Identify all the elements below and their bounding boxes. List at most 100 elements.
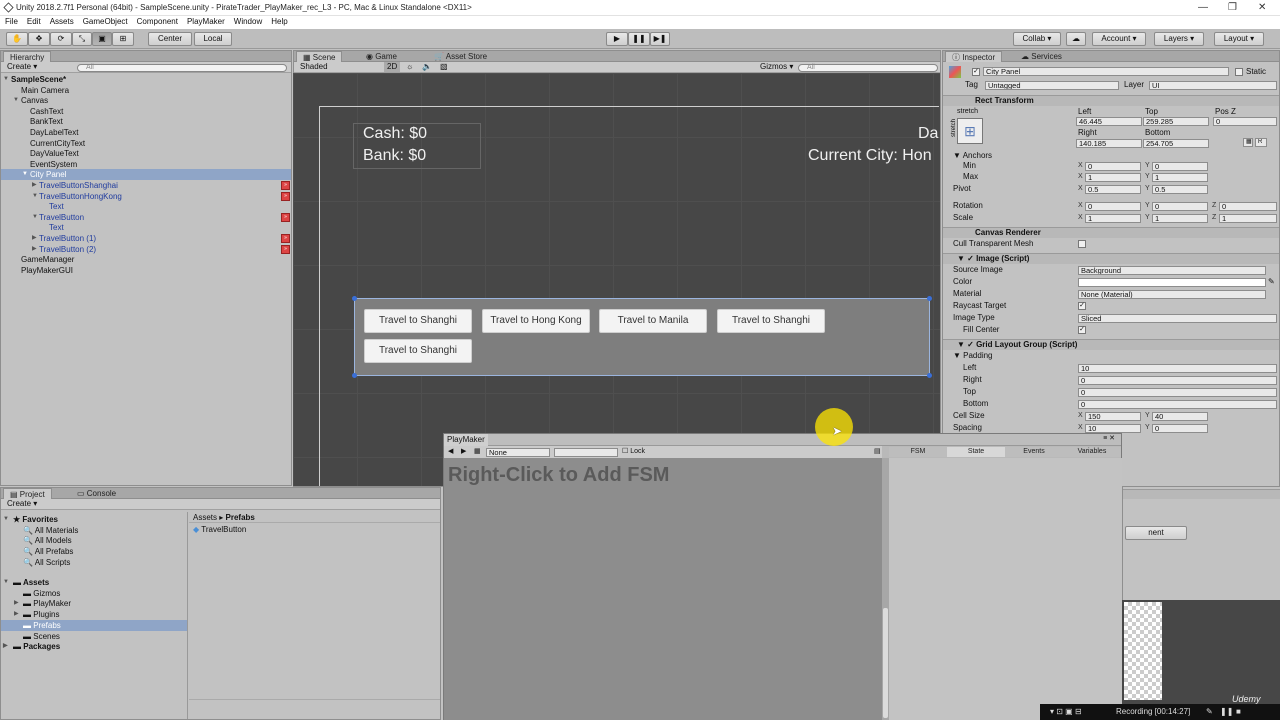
menu-help[interactable]: Help xyxy=(271,16,287,28)
prefab-asset-item[interactable]: ◆ TravelButton xyxy=(193,525,246,534)
top-field[interactable]: 259.285 xyxy=(1143,117,1209,126)
menu-assets[interactable]: Assets xyxy=(50,16,74,28)
collapsed-section[interactable] xyxy=(1123,489,1280,499)
rect-handle[interactable] xyxy=(927,296,932,301)
active-checkbox[interactable]: ✓ xyxy=(972,68,980,76)
blueprint-mode-button[interactable]: ▦ xyxy=(1243,138,1253,147)
tab-game[interactable]: ◉ Game xyxy=(360,51,403,62)
cash-text[interactable]: Cash: $0 xyxy=(363,125,427,143)
menu-component[interactable]: Component xyxy=(137,16,178,28)
tab-events[interactable]: Events xyxy=(1005,447,1063,457)
list-item[interactable]: ▼ SampleScene* xyxy=(1,74,291,85)
effects-toggle-icon[interactable]: ▧ xyxy=(440,62,448,72)
section-rect-transform[interactable]: Rect Transform xyxy=(943,95,1279,106)
list-item[interactable]: CurrentCityText xyxy=(1,138,291,149)
layout-dropdown[interactable]: Layout ▾ xyxy=(1214,32,1264,46)
fill-center-checkbox[interactable]: ✓ xyxy=(1078,326,1086,334)
list-item[interactable]: ▶ ▬ PlayMaker xyxy=(1,598,187,609)
bottom-field[interactable]: 254.705 xyxy=(1143,139,1209,148)
rotation-x-field[interactable]: 0 xyxy=(1085,202,1141,211)
cell-size-y-field[interactable]: 40 xyxy=(1152,412,1208,421)
prefab-override-icon[interactable]: » xyxy=(281,191,290,201)
static-checkbox[interactable] xyxy=(1235,68,1243,76)
layers-dropdown[interactable]: Layers ▾ xyxy=(1154,32,1204,46)
image-type-dropdown[interactable]: Sliced xyxy=(1078,314,1277,323)
list-item-selected[interactable]: ▬ Prefabs xyxy=(1,619,187,631)
travel-button[interactable]: Travel to Hong Kong xyxy=(482,309,590,333)
minimize-button[interactable]: — xyxy=(1198,2,1208,13)
add-component-button[interactable]: nent xyxy=(1125,526,1187,540)
assets-group[interactable]: ▼ ▬ Assets xyxy=(1,577,187,588)
account-dropdown[interactable]: Account ▾ xyxy=(1092,32,1146,46)
scrollbar-thumb[interactable] xyxy=(883,608,888,718)
layer-dropdown[interactable]: UI xyxy=(1149,81,1277,90)
tab-services[interactable]: ☁ Services xyxy=(1015,51,1068,62)
anchor-min-x-field[interactable]: 0 xyxy=(1085,162,1141,171)
pad-top-field[interactable]: 0 xyxy=(1078,388,1277,397)
list-item[interactable]: 🔍 All Materials xyxy=(1,525,187,536)
list-item[interactable]: 🔍 All Prefabs xyxy=(1,546,187,557)
close-window-button[interactable]: ✕ xyxy=(1258,2,1266,13)
pivot-center-toggle[interactable]: Center xyxy=(148,32,192,46)
pen-icon[interactable]: ✎ xyxy=(1206,707,1213,716)
prefab-override-icon[interactable]: » xyxy=(281,212,290,222)
pause-recording-icon[interactable]: ❚❚ xyxy=(1220,707,1233,716)
playmaker-tab[interactable]: PlayMaker xyxy=(444,434,488,446)
pivot-local-toggle[interactable]: Local xyxy=(194,32,232,46)
list-item-selected[interactable]: ▼ City Panel xyxy=(1,169,291,181)
travel-button[interactable]: Travel to Shanghi xyxy=(364,309,472,333)
recent-icon[interactable]: ▦ xyxy=(474,446,481,458)
section-image-script[interactable]: ▼ ✓ Image (Script) xyxy=(943,253,1279,264)
tag-dropdown[interactable]: Untagged xyxy=(985,81,1119,90)
eyedropper-icon[interactable]: ✎ xyxy=(1268,277,1275,287)
pad-left-field[interactable]: 10 xyxy=(1078,364,1277,373)
tab-state[interactable]: State xyxy=(947,447,1005,457)
scale-z-field[interactable]: 1 xyxy=(1219,214,1277,223)
list-item[interactable]: Text xyxy=(1,222,291,233)
rotation-z-field[interactable]: 0 xyxy=(1219,202,1277,211)
scene-search-input[interactable]: All xyxy=(798,63,938,72)
project-create-button[interactable]: Create ▾ xyxy=(7,499,37,509)
playmaker-scrollbar[interactable] xyxy=(882,458,889,720)
rect-handle[interactable] xyxy=(352,296,357,301)
travel-button[interactable]: Travel to Manila xyxy=(599,309,707,333)
menu-window[interactable]: Window xyxy=(234,16,262,28)
fsm-sub-dropdown[interactable] xyxy=(554,448,618,457)
bank-text[interactable]: Bank: $0 xyxy=(363,147,426,165)
day-label-text[interactable]: Da xyxy=(918,125,938,143)
tab-hierarchy[interactable]: Hierarchy xyxy=(3,51,52,62)
tab-asset-store[interactable]: 🛒 Asset Store xyxy=(428,51,493,62)
pad-bottom-field[interactable]: 0 xyxy=(1078,400,1277,409)
prefab-override-icon[interactable]: » xyxy=(281,181,290,190)
anchor-min-y-field[interactable]: 0 xyxy=(1152,162,1208,171)
rect-handle[interactable] xyxy=(352,373,357,378)
lighting-toggle-icon[interactable]: ☼ xyxy=(406,62,413,72)
scale-x-field[interactable]: 1 xyxy=(1085,214,1141,223)
material-field[interactable]: None (Material) xyxy=(1078,290,1266,299)
breadcrumb-prefabs[interactable]: Prefabs xyxy=(226,513,255,522)
scale-y-field[interactable]: 1 xyxy=(1152,214,1208,223)
forward-arrow-icon[interactable]: ▶ xyxy=(461,446,466,458)
list-item[interactable]: ▶ TravelButtonShanghai » xyxy=(1,180,291,191)
cloud-icon[interactable]: ☁ xyxy=(1066,32,1086,46)
rect-handle[interactable] xyxy=(927,373,932,378)
list-item[interactable]: BankText xyxy=(1,116,291,127)
list-item[interactable]: ▬ Gizmos xyxy=(1,588,187,599)
list-item[interactable]: Main Camera xyxy=(1,85,291,96)
breadcrumb-assets[interactable]: Assets xyxy=(193,513,217,522)
hierarchy-search-input[interactable]: All xyxy=(77,63,287,72)
list-item[interactable]: EventSystem xyxy=(1,159,291,170)
spacing-x-field[interactable]: 10 xyxy=(1085,424,1141,433)
rotation-y-field[interactable]: 0 xyxy=(1152,202,1208,211)
move-tool-button[interactable]: ✥ xyxy=(28,32,50,46)
padding-label[interactable]: ▼ Padding xyxy=(953,351,993,361)
transform-tool-button[interactable]: ⊞ xyxy=(112,32,134,46)
color-field[interactable] xyxy=(1078,278,1266,287)
source-image-field[interactable]: Background xyxy=(1078,266,1266,275)
list-item[interactable]: DayLabelText xyxy=(1,127,291,138)
cell-size-x-field[interactable]: 150 xyxy=(1085,412,1141,421)
taskbar-icons[interactable]: ▾ ⊡ ▣ ⊟ xyxy=(1050,707,1082,716)
raycast-checkbox[interactable]: ✓ xyxy=(1078,302,1086,310)
cull-checkbox[interactable] xyxy=(1078,240,1086,248)
tab-scene[interactable]: ▦ Scene xyxy=(296,51,343,62)
